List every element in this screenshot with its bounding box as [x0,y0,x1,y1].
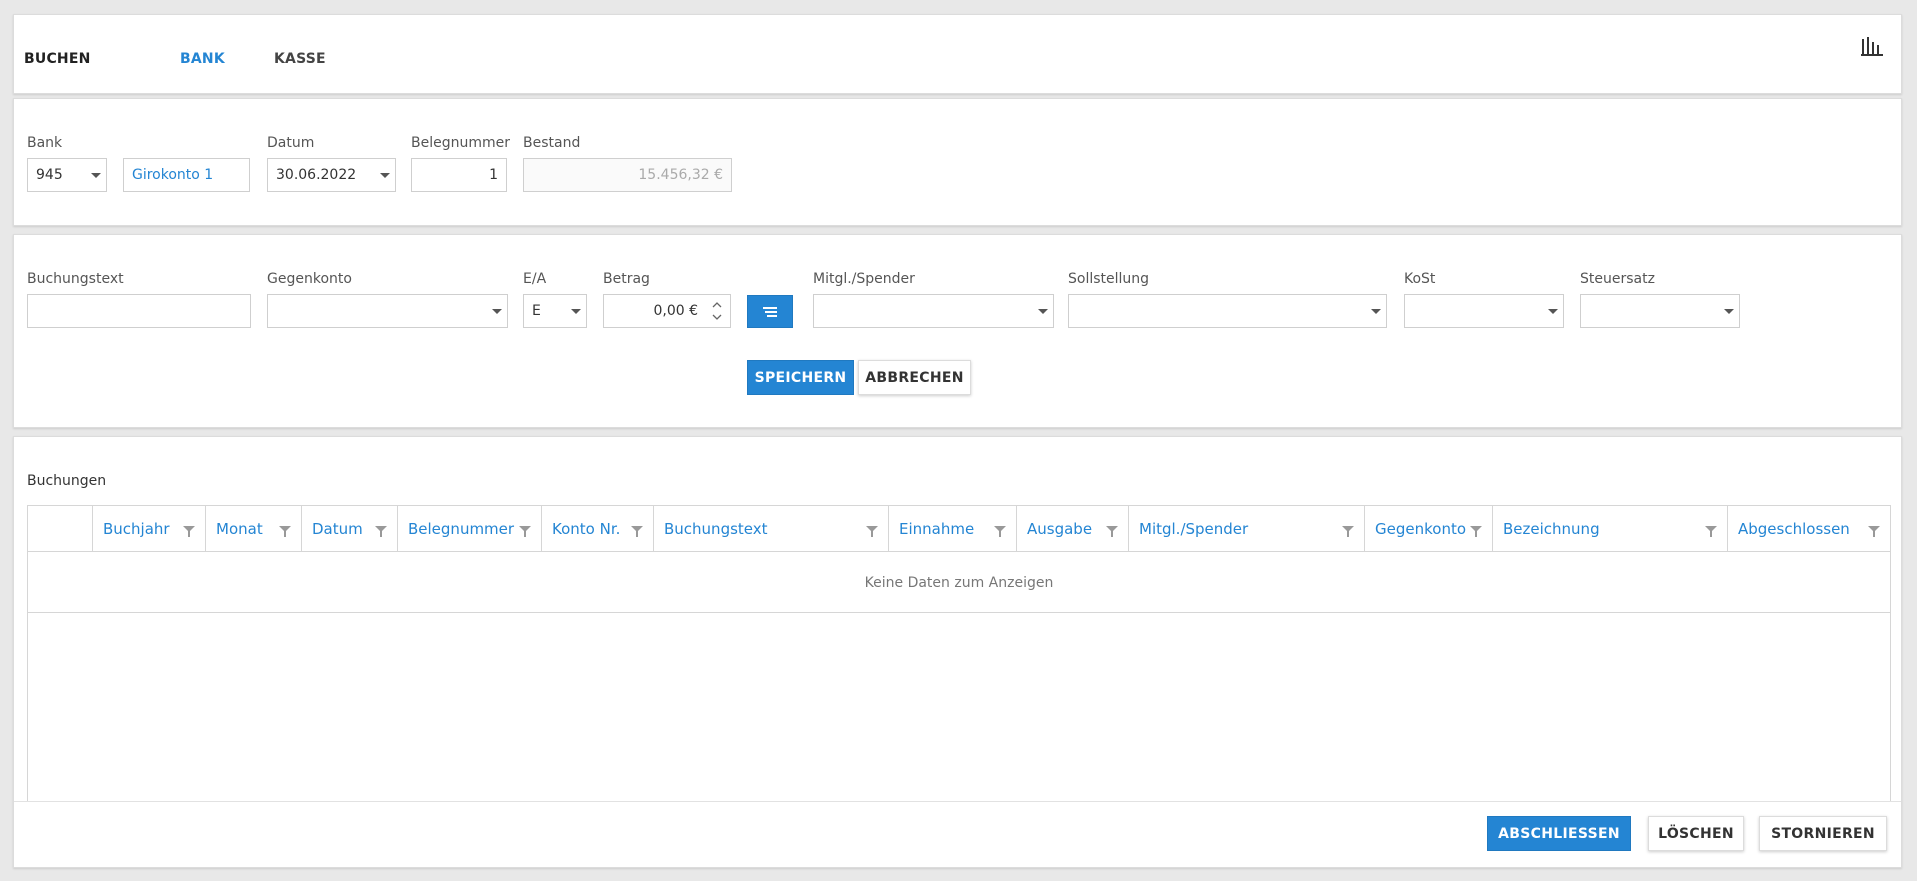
save-button[interactable]: SPEICHERN [747,360,854,395]
balance-label: Bestand [523,135,581,151]
tax-select[interactable] [1580,294,1740,328]
column-bezeichnung[interactable]: Bezeichnung [1492,506,1727,552]
counter-account-select[interactable] [267,294,508,328]
column-einnahme[interactable]: Einnahme [888,506,1016,552]
column-buchungstext[interactable]: Buchungstext [653,506,888,552]
grid-empty-message: Keine Daten zum Anzeigen [28,553,1890,613]
list-icon [763,306,777,317]
filter-icon[interactable] [1868,526,1880,537]
filter-icon[interactable] [1705,526,1717,537]
chevron-down-icon [560,295,586,327]
grid-select-column[interactable] [28,506,92,552]
column-buchjahr[interactable]: Buchjahr [92,506,205,552]
filter-icon[interactable] [279,526,291,537]
cost-center-select[interactable] [1404,294,1564,328]
filter-icon[interactable] [1342,526,1354,537]
amount-stepper[interactable]: 0,00 € [603,294,731,328]
account-name-field[interactable]: Girokonto 1 [123,158,250,192]
column-abgeschlossen[interactable]: Abgeschlossen [1727,506,1890,552]
bank-label: Bank [27,135,63,151]
booking-text-input[interactable] [27,294,251,328]
bookings-title: Buchungen [27,473,107,489]
balance-field: 15.456,32 € [523,158,732,192]
reverse-button[interactable]: STORNIEREN [1759,816,1887,851]
filter-icon[interactable] [183,526,195,537]
chevron-down-icon [80,159,106,191]
date-label: Datum [267,135,315,151]
stepper-arrows-icon[interactable] [710,299,724,323]
tab-bank[interactable]: BANK [180,51,225,67]
column-datum[interactable]: Datum [301,506,397,552]
grid-header: Buchjahr Monat Datum Belegnummer Konto N… [28,506,1890,552]
chevron-down-icon [1027,295,1053,327]
nav-title: BUCHEN [24,51,91,67]
chevron-down-icon [1713,295,1739,327]
bookings-grid: Buchjahr Monat Datum Belegnummer Konto N… [27,505,1891,805]
column-gegenkonto[interactable]: Gegenkonto [1364,506,1492,552]
column-belegnummer[interactable]: Belegnummer [397,506,541,552]
column-monat[interactable]: Monat [205,506,301,552]
filter-icon[interactable] [631,526,643,537]
account-name-value: Girokonto 1 [132,167,214,183]
close-period-button[interactable]: ABSCHLIESSEN [1487,816,1631,851]
bank-select[interactable]: 945 [27,158,107,192]
amount-label: Betrag [603,271,650,287]
chevron-down-icon [481,295,507,327]
target-select[interactable] [1068,294,1387,328]
ea-select[interactable]: E [523,294,587,328]
filter-icon[interactable] [375,526,387,537]
bar-chart-icon[interactable] [1861,35,1883,57]
column-ausgabe[interactable]: Ausgabe [1016,506,1128,552]
member-label: Mitgl./Spender [813,271,915,287]
voucher-label: Belegnummer [411,135,510,151]
tab-kasse[interactable]: KASSE [274,51,326,67]
bank-panel: Bank 945 Girokonto 1 Datum 30.06.2022 Be… [13,98,1902,226]
date-picker[interactable]: 30.06.2022 [267,158,396,192]
filter-icon[interactable] [994,526,1006,537]
voucher-value: 1 [489,167,498,183]
amount-list-button[interactable] [747,295,793,328]
amount-value: 0,00 € [653,303,698,319]
filter-icon[interactable] [866,526,878,537]
booking-form-panel: Buchungstext Gegenkonto E/A E Betrag 0,0… [13,234,1902,428]
column-konto-nr[interactable]: Konto Nr. [541,506,653,552]
chevron-down-icon [1360,295,1386,327]
delete-button[interactable]: LÖSCHEN [1648,816,1744,851]
filter-icon[interactable] [1106,526,1118,537]
cost-center-label: KoSt [1404,271,1436,287]
ea-label: E/A [523,271,547,287]
chevron-down-icon [1537,295,1563,327]
cancel-button[interactable]: ABBRECHEN [858,360,971,395]
action-footer: ABSCHLIESSEN LÖSCHEN STORNIEREN [14,801,1901,867]
target-label: Sollstellung [1068,271,1150,287]
voucher-input[interactable]: 1 [411,158,507,192]
top-nav-panel: BUCHEN BANK KASSE [13,14,1902,94]
balance-value: 15.456,32 € [638,167,723,183]
bookings-panel: Buchungen Buchjahr Monat Datum Belegnumm… [13,436,1902,868]
counter-account-label: Gegenkonto [267,271,352,287]
chevron-down-icon [369,159,395,191]
tax-label: Steuersatz [1580,271,1655,287]
member-select[interactable] [813,294,1054,328]
column-mitgl-spender[interactable]: Mitgl./Spender [1128,506,1364,552]
booking-text-label: Buchungstext [27,271,124,287]
filter-icon[interactable] [1470,526,1482,537]
filter-icon[interactable] [519,526,531,537]
